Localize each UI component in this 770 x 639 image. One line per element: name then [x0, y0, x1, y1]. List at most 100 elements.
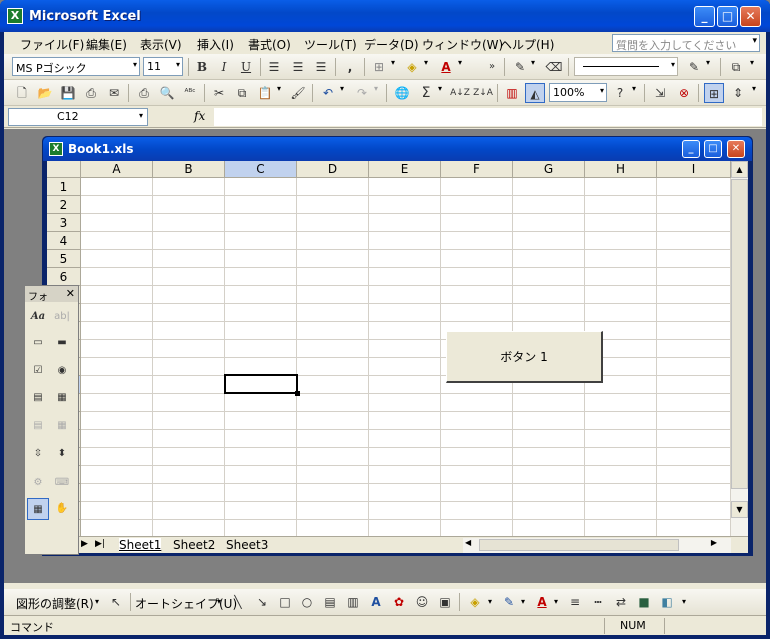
help-question-input[interactable]: 質問を入力してください ▾ [612, 34, 760, 52]
textbox-tool-icon[interactable]: ▤ [320, 592, 340, 612]
row-header-4[interactable]: 4 [47, 232, 81, 250]
dash-style-icon[interactable]: ┅ [588, 592, 608, 612]
combo-dropdown-tool-icon[interactable]: ▦ [51, 415, 73, 437]
font-name-combo[interactable]: MS Pゴシック ▾ [12, 57, 140, 76]
stop-recording-icon[interactable]: ⊗ [674, 83, 694, 103]
sheet-tab-sheet1[interactable]: Sheet1 [119, 538, 162, 552]
fx-icon[interactable]: fx [194, 109, 205, 123]
toolbar-options-icon[interactable]: » [482, 57, 502, 77]
button-tool-icon[interactable]: ▬ [51, 332, 73, 354]
group-box-tool-icon[interactable]: ▭ [27, 332, 49, 354]
workbook-title-bar[interactable]: X Book1.xls _ □ ✕ [43, 137, 752, 161]
hyperlink-icon[interactable]: 🌐 [392, 83, 412, 103]
menu-window[interactable]: ウィンドウ(W) [422, 36, 503, 53]
row-header-5[interactable]: 5 [47, 250, 81, 268]
run-dialog-icon[interactable]: ✋ [51, 498, 73, 520]
column-header-g[interactable]: G [513, 161, 585, 178]
email-icon[interactable]: ✉ [104, 83, 124, 103]
design-mode-icon[interactable]: ⊞ [704, 83, 724, 103]
toggle-grid-icon[interactable]: ▦ [27, 498, 49, 520]
vertical-textbox-icon[interactable]: ▥ [343, 592, 363, 612]
comma-style-button[interactable]: , [340, 57, 360, 77]
column-header-b[interactable]: B [153, 161, 225, 178]
chevron-down-icon[interactable]: ▾ [752, 84, 756, 93]
vertical-scrollbar[interactable]: ▲ ▼ [731, 161, 748, 536]
vertical-scroll-thumb[interactable] [731, 179, 748, 489]
title-bar[interactable]: X Microsoft Excel _ □ ✕ [0, 0, 770, 32]
column-header-d[interactable]: D [297, 161, 369, 178]
option-button-tool-icon[interactable]: ◉ [51, 360, 73, 382]
name-box[interactable]: C12 ▾ [8, 108, 148, 126]
spelling-icon[interactable]: ᴬᴮᶜ [180, 83, 200, 103]
autoshapes-menu[interactable]: オートシェイプ(U) [135, 595, 237, 612]
menu-file[interactable]: ファイル(F) [20, 36, 84, 53]
scroll-up-icon[interactable]: ▲ [731, 161, 748, 178]
form-button-1[interactable]: ボタン 1 [446, 331, 603, 383]
align-right-icon[interactable]: ☰ [311, 57, 331, 77]
draw-adjust-menu[interactable]: 図形の調整(R) [16, 595, 94, 612]
copy-format-icon[interactable]: ⧉ [726, 57, 746, 77]
column-header-i[interactable]: I [657, 161, 731, 178]
row-header-2[interactable]: 2 [47, 196, 81, 214]
sort-descending-icon[interactable]: Z↓A [473, 83, 493, 103]
font-color-icon[interactable]: A [436, 57, 456, 77]
print-icon[interactable]: ⎙ [134, 83, 154, 103]
column-header-h[interactable]: H [585, 161, 657, 178]
checkbox-tool-icon[interactable]: ☑ [27, 360, 49, 382]
fill-color-icon[interactable]: ◈ [465, 592, 485, 612]
column-header-a[interactable]: A [81, 161, 153, 178]
arrow-tool-icon[interactable]: ↘ [252, 592, 272, 612]
next-sheet-icon[interactable]: ▶ [81, 539, 88, 549]
chevron-down-icon[interactable]: ▾ [600, 86, 604, 95]
save-icon[interactable]: 💾 [58, 83, 78, 103]
bold-button[interactable]: B [192, 57, 212, 77]
close-icon[interactable]: ✕ [66, 287, 75, 300]
chevron-down-icon[interactable]: ▾ [133, 60, 137, 69]
open-folder-icon[interactable]: 📂 [35, 83, 55, 103]
chevron-down-icon[interactable]: ▾ [217, 597, 221, 606]
undo-icon[interactable]: ↶ [318, 83, 338, 103]
last-sheet-icon[interactable]: ▶| [95, 539, 105, 549]
align-center-icon[interactable]: ☰ [288, 57, 308, 77]
edit-code-icon[interactable]: ⌨ [51, 472, 73, 494]
column-header-f[interactable]: F [441, 161, 513, 178]
menu-format[interactable]: 書式(O) [248, 36, 291, 53]
menu-view[interactable]: 表示(V) [140, 36, 182, 53]
chevron-down-icon[interactable]: ▾ [277, 84, 281, 93]
run-dialog-icon[interactable]: ⇲ [650, 83, 670, 103]
3d-style-icon[interactable]: ◧ [657, 592, 677, 612]
chevron-down-icon[interactable]: ▾ [554, 597, 558, 606]
borders-icon[interactable]: ⊞ [369, 57, 389, 77]
chevron-down-icon[interactable]: ▾ [521, 597, 525, 606]
properties-icon[interactable]: ⇕ [728, 83, 748, 103]
chevron-down-icon[interactable]: ▾ [424, 58, 428, 67]
chevron-down-icon[interactable]: ▾ [488, 597, 492, 606]
scroll-right-icon[interactable]: ▶ [711, 538, 717, 547]
drawing-icon[interactable]: ◭ [525, 83, 545, 103]
chevron-down-icon[interactable]: ▾ [752, 36, 757, 46]
chevron-down-icon[interactable]: ▾ [391, 58, 395, 67]
zoom-combo[interactable]: 100% ▾ [549, 83, 607, 102]
chevron-down-icon[interactable]: ▾ [139, 111, 143, 120]
eraser-icon[interactable]: ⌫ [544, 57, 564, 77]
align-left-icon[interactable]: ☰ [264, 57, 284, 77]
rectangle-tool-icon[interactable]: □ [275, 592, 295, 612]
font-color-icon[interactable]: A [532, 592, 552, 612]
forms-toolbar-header[interactable]: フォ ✕ [25, 286, 78, 303]
select-objects-icon[interactable]: ↖ [106, 592, 126, 612]
cut-icon[interactable]: ✂ [209, 83, 229, 103]
chevron-down-icon[interactable]: ▾ [374, 84, 378, 93]
fill-color-icon[interactable]: ◈ [402, 57, 422, 77]
help-icon[interactable]: ? [610, 83, 630, 103]
permission-icon[interactable]: ⎙ [81, 83, 101, 103]
underline-button[interactable]: U [236, 57, 256, 77]
column-header-e[interactable]: E [369, 161, 441, 178]
line-tool-icon[interactable]: ╲ [228, 592, 248, 612]
spinner-tool-icon[interactable]: ⬍ [51, 443, 73, 465]
chevron-down-icon[interactable]: ▾ [340, 84, 344, 93]
oval-tool-icon[interactable]: ○ [297, 592, 317, 612]
italic-button[interactable]: I [214, 57, 234, 77]
sheet-tab-sheet3[interactable]: Sheet3 [226, 538, 268, 552]
close-button[interactable]: ✕ [740, 6, 761, 27]
toolbar-options-icon[interactable]: ▾ [682, 597, 686, 606]
